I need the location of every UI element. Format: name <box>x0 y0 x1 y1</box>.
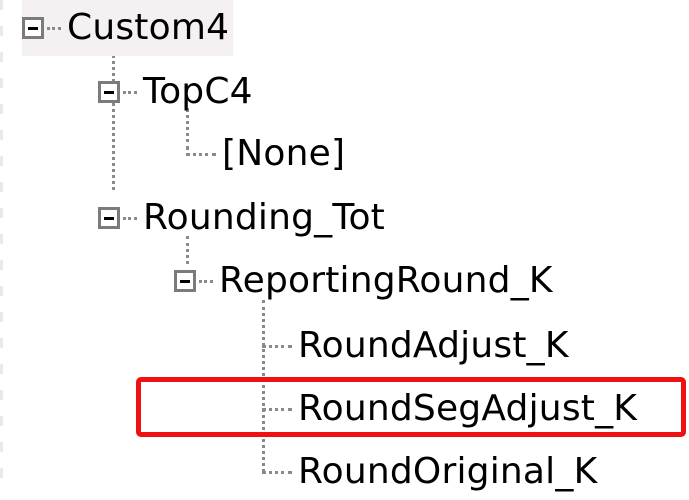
tree-node-label: ReportingRound_K <box>219 260 553 301</box>
tree-node-label: RoundAdjust_K <box>298 325 569 366</box>
collapse-icon[interactable] <box>98 81 120 103</box>
tree-connector-horizontal <box>199 279 213 283</box>
tree-connector-horizontal <box>123 90 137 94</box>
tree-connector-horizontal <box>123 216 137 220</box>
tree-view: Custom4 TopC4 [None] Rounding_Tot Report… <box>0 0 689 494</box>
tree-node-label: Custom4 <box>67 7 230 48</box>
tree-connector-horizontal <box>186 152 216 156</box>
tree-connector-horizontal <box>47 26 61 30</box>
tree-node-roundoriginal-k[interactable]: RoundOriginal_K <box>262 444 597 500</box>
tree-node-label: TopC4 <box>143 71 253 112</box>
tree-connector-horizontal <box>262 470 292 474</box>
highlight-box <box>136 377 686 437</box>
tree-node-custom4[interactable]: Custom4 <box>22 0 234 56</box>
tree-node-rounding-tot[interactable]: Rounding_Tot <box>98 190 385 246</box>
tree-node-reportinground-k[interactable]: ReportingRound_K <box>174 253 553 309</box>
tree-node-none[interactable]: [None] <box>186 126 345 182</box>
collapse-icon[interactable] <box>22 17 44 39</box>
tree-node-label: RoundOriginal_K <box>298 451 598 492</box>
tree-node-roundadjust-k[interactable]: RoundAdjust_K <box>262 318 569 374</box>
tree-node-label: Rounding_Tot <box>143 197 385 238</box>
tree-node-label: [None] <box>222 133 346 174</box>
collapse-icon[interactable] <box>98 207 120 229</box>
tree-connector-horizontal <box>262 344 292 348</box>
tree-node-topc4[interactable]: TopC4 <box>98 64 253 120</box>
collapse-icon[interactable] <box>174 270 196 292</box>
